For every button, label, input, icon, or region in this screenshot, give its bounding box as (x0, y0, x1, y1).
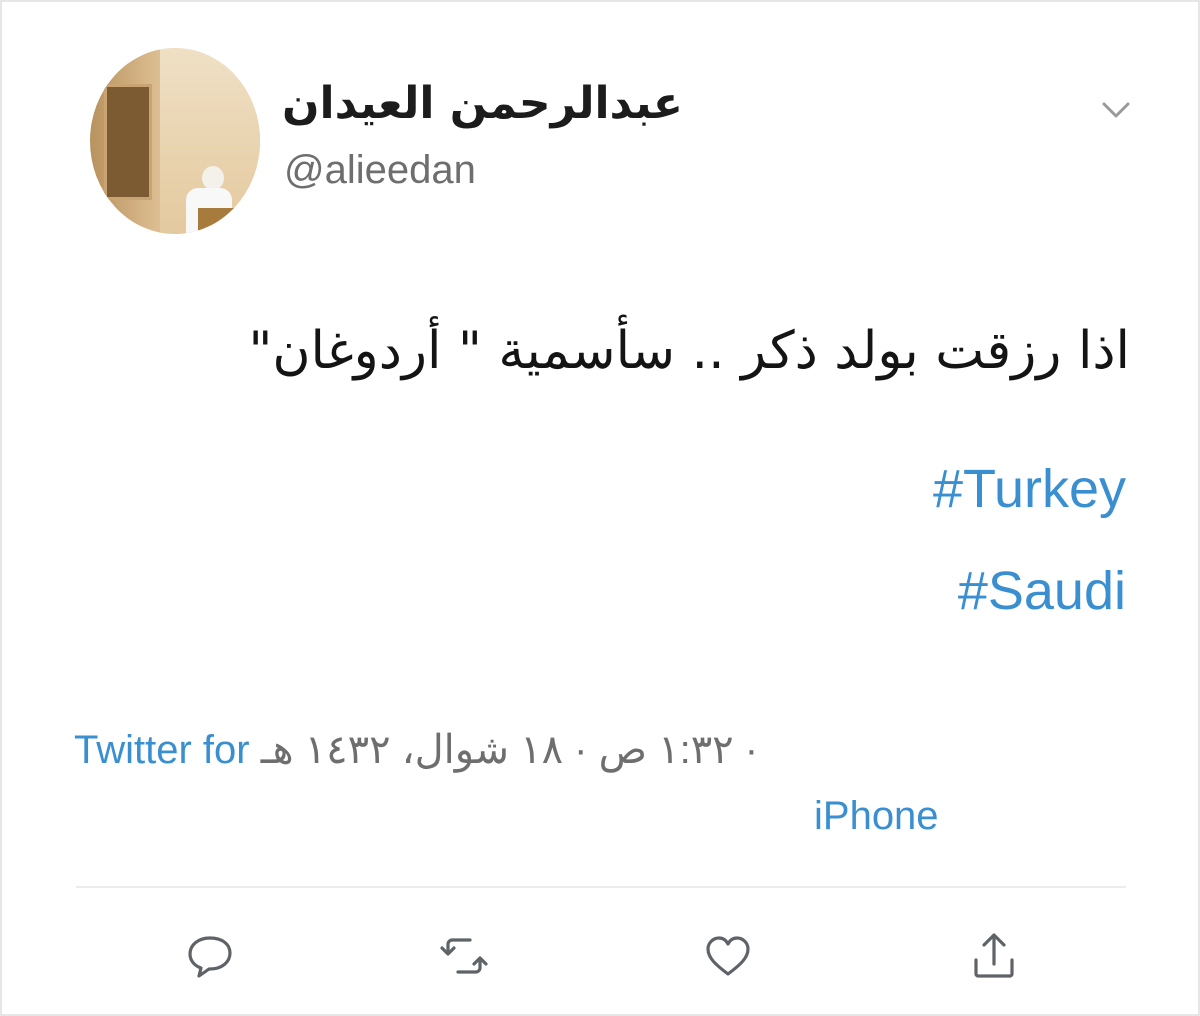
tweet-text: اذا رزقت بولد ذكر .. سأسمية " أردوغان" (248, 321, 1130, 381)
tweet-meta-line1: Twitter for ١:٣٢ ص · ١٨ شوال، ١٤٣٢ هـ · (74, 718, 758, 782)
tweet-card: عبدالرحمن العيدان @alieedan اذا رزقت بول… (0, 0, 1200, 1016)
share-icon[interactable] (966, 928, 1022, 984)
avatar[interactable] (90, 48, 260, 234)
display-name[interactable]: عبدالرحمن العيدان (282, 78, 712, 129)
divider (76, 886, 1126, 888)
hashtag-saudi[interactable]: #Saudi (958, 560, 1126, 622)
user-handle[interactable]: @alieedan (284, 148, 476, 193)
hashtag-turkey[interactable]: #Turkey (933, 458, 1126, 520)
avatar-person-head (202, 166, 224, 190)
avatar-podium (198, 208, 258, 234)
avatar-door-shape (104, 84, 152, 200)
retweet-icon[interactable] (436, 928, 492, 984)
speech-bubble-icon[interactable] (182, 928, 238, 984)
tweet-timestamp[interactable]: ١:٣٢ ص · ١٨ شوال، ١٤٣٢ هـ · (261, 728, 758, 772)
heart-icon[interactable] (700, 928, 756, 984)
source-link-part2[interactable]: iPhone (814, 784, 939, 848)
source-link-part1[interactable]: Twitter for (74, 728, 250, 772)
chevron-down-icon[interactable] (1098, 92, 1134, 128)
